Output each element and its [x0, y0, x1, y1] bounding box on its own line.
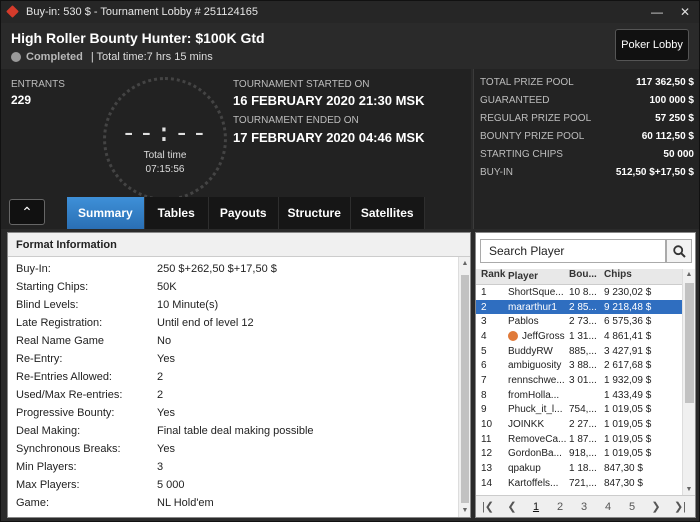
format-row: Real Name Game No [16, 335, 172, 347]
tab-tables[interactable]: Tables [144, 197, 209, 229]
tab-structure[interactable]: Structure [278, 197, 351, 229]
page-3[interactable]: 3 [572, 501, 596, 513]
player-row[interactable]: 14 Kartoffels... 721,... 847,30 $ [476, 476, 684, 491]
ended-value: 17 FEBRUARY 2020 04:46 MSK [233, 130, 425, 145]
tab-payouts[interactable]: Payouts [208, 197, 279, 229]
player-row[interactable]: 9 Phuck_it_l... 754,... 1 019,05 $ [476, 403, 684, 418]
search-button[interactable] [666, 239, 692, 263]
status-text: Completed [26, 51, 83, 63]
format-row: Min Players: 3 [16, 461, 164, 473]
scroll-up-icon[interactable]: ▲ [459, 260, 471, 267]
prize-row: STARTING CHIPS 50 000 [480, 149, 694, 160]
entrants-value: 229 [11, 93, 32, 107]
player-row[interactable]: 8 fromHolla... 1 433,49 $ [476, 388, 684, 403]
col-bounty[interactable]: Bou... [569, 269, 601, 284]
format-row: Progressive Bounty: Yes [16, 407, 175, 419]
player-row[interactable]: 12 GordonBa... 918,... 1 019,05 $ [476, 447, 684, 462]
format-row: Buy-In: 250 $+262,50 $+17,50 $ [16, 263, 277, 275]
format-scrollbar[interactable]: ▲ ▼ [458, 257, 470, 517]
player-table-header: Rank Player Bou... Chips [476, 269, 684, 285]
tournament-header: High Roller Bounty Hunter: $100K Gtd Com… [1, 23, 699, 69]
started-value: 16 FEBRUARY 2020 21:30 MSK [233, 93, 425, 108]
status-dot-icon [11, 52, 21, 62]
last-page-icon[interactable]: ❯| [668, 500, 692, 513]
player-scrollbar[interactable]: ▲ ▼ [682, 269, 695, 495]
ended-label: TOURNAMENT ENDED ON [233, 115, 359, 126]
tab-satellites[interactable]: Satellites [350, 197, 425, 229]
entrants-label: ENTRANTS [11, 79, 65, 90]
first-page-icon[interactable]: |❮ [476, 500, 500, 513]
tournament-lobby-window: Buy-in: 530 $ - Tournament Lobby # 25112… [0, 0, 700, 522]
scroll-down-icon[interactable]: ▼ [683, 486, 695, 493]
format-row: Starting Chips: 50K [16, 281, 177, 293]
player-row[interactable]: 7 rennschwe... 3 01... 1 932,09 $ [476, 373, 684, 388]
scroll-down-icon[interactable]: ▼ [459, 507, 471, 514]
tab-bar: Summary Tables Payouts Structure Satelli… [67, 197, 425, 229]
format-row: Synchronous Breaks: Yes [16, 443, 175, 455]
player-row[interactable]: 5 BuddyRW 885,... 3 427,91 $ [476, 344, 684, 359]
window-title: Buy-in: 530 $ - Tournament Lobby # 25112… [26, 6, 258, 18]
page-1[interactable]: 1 [524, 501, 548, 513]
page-5[interactable]: 5 [620, 501, 644, 513]
format-row: Deal Making: Final table deal making poss… [16, 425, 314, 437]
format-info-title: Format Information [8, 233, 470, 257]
player-row[interactable]: 13 qpakup 1 18... 847,30 $ [476, 461, 684, 476]
next-page-icon[interactable]: ❯ [644, 500, 668, 513]
minimize-icon[interactable]: — [643, 1, 671, 23]
total-time-text: | Total time:7 hrs 15 mins [90, 51, 213, 63]
total-time-value: 07:15:56 [145, 164, 185, 175]
player-row[interactable]: 1 ShortSque... 10 8... 9 230,02 $ [476, 285, 684, 300]
page-4[interactable]: 4 [596, 501, 620, 513]
pagination: |❮ ❮ 1 2 3 4 5 ❯ ❯| [476, 495, 695, 517]
search-icon [672, 244, 686, 258]
scroll-up-icon[interactable]: ▲ [683, 271, 695, 278]
prev-page-icon[interactable]: ❮ [500, 500, 524, 513]
page-2[interactable]: 2 [548, 501, 572, 513]
close-icon[interactable]: ✕ [671, 1, 699, 23]
bounty-badge-icon [508, 331, 518, 342]
player-row[interactable]: 10 JOINKK 2 27... 1 019,05 $ [476, 417, 684, 432]
format-row: Blind Levels: 10 Minute(s) [16, 299, 219, 311]
tab-summary[interactable]: Summary [67, 197, 145, 229]
prize-pool-panel: TOTAL PRIZE POOL 117 362,50 $ GUARANTEED 1… [473, 69, 699, 229]
scrollbar-thumb[interactable] [461, 275, 469, 503]
format-row: Game: NL Hold'em [16, 497, 214, 509]
prize-row: REGULAR PRIZE POOL 57 250 $ [480, 113, 694, 124]
tournament-status: Completed | Total time:7 hrs 15 mins [11, 51, 213, 63]
prize-row: BUY-IN 512,50 $+17,50 $ [480, 167, 694, 178]
prize-row: GUARANTEED 100 000 $ [480, 95, 694, 106]
poker-lobby-button[interactable]: Poker Lobby [615, 29, 689, 61]
total-time-label: Total time [143, 150, 187, 161]
format-row: Max Players: 5 000 [16, 479, 185, 491]
player-row-selected[interactable]: 2 mararthur1 2 85... 9 218,48 $ [476, 299, 684, 315]
col-player[interactable]: Player [508, 269, 569, 284]
clock-dial: --:-- Total time 07:15:56 [103, 77, 227, 201]
format-row: Re-Entry: Yes [16, 353, 175, 365]
prize-row: BOUNTY PRIZE POOL 60 112,50 $ [480, 131, 694, 142]
collapse-button[interactable]: ⌃ [9, 199, 45, 225]
format-row: Used/Max Re-entries: 2 [16, 389, 164, 401]
double-chevron-up-icon: ⌃ [21, 203, 33, 220]
pokerstars-logo-icon [7, 6, 19, 18]
player-row[interactable]: 4 JeffGross 1 31... 4 861,41 $ [476, 329, 684, 344]
player-row[interactable]: 3 Pablos 2 73... 6 575,36 $ [476, 314, 684, 329]
format-info-panel: Format Information Buy-In: 250 $+262,50 $… [7, 232, 471, 518]
format-row: Re-Entries Allowed: 2 [16, 371, 164, 383]
col-rank[interactable]: Rank [476, 269, 508, 284]
col-chips[interactable]: Chips [601, 269, 684, 284]
prize-row: TOTAL PRIZE POOL 117 362,50 $ [480, 77, 694, 88]
started-label: TOURNAMENT STARTED ON [233, 79, 370, 90]
player-row[interactable]: 11 RemoveCa... 1 87... 1 019,05 $ [476, 432, 684, 447]
clock-digits: --:-- [120, 118, 210, 148]
player-list-panel: Search Player Rank Player Bou... Chips 1… [475, 232, 696, 518]
player-table: Rank Player Bou... Chips 1 ShortSque... 10… [476, 269, 684, 491]
scrollbar-thumb[interactable] [685, 283, 694, 403]
search-player-input[interactable]: Search Player [480, 239, 666, 263]
title-bar: Buy-in: 530 $ - Tournament Lobby # 25112… [1, 1, 699, 23]
format-row: Late Registration: Until end of level 12 [16, 317, 254, 329]
tournament-name: High Roller Bounty Hunter: $100K Gtd [11, 30, 265, 46]
player-row[interactable]: 6 ambiguosity 3 88... 2 617,68 $ [476, 358, 684, 373]
